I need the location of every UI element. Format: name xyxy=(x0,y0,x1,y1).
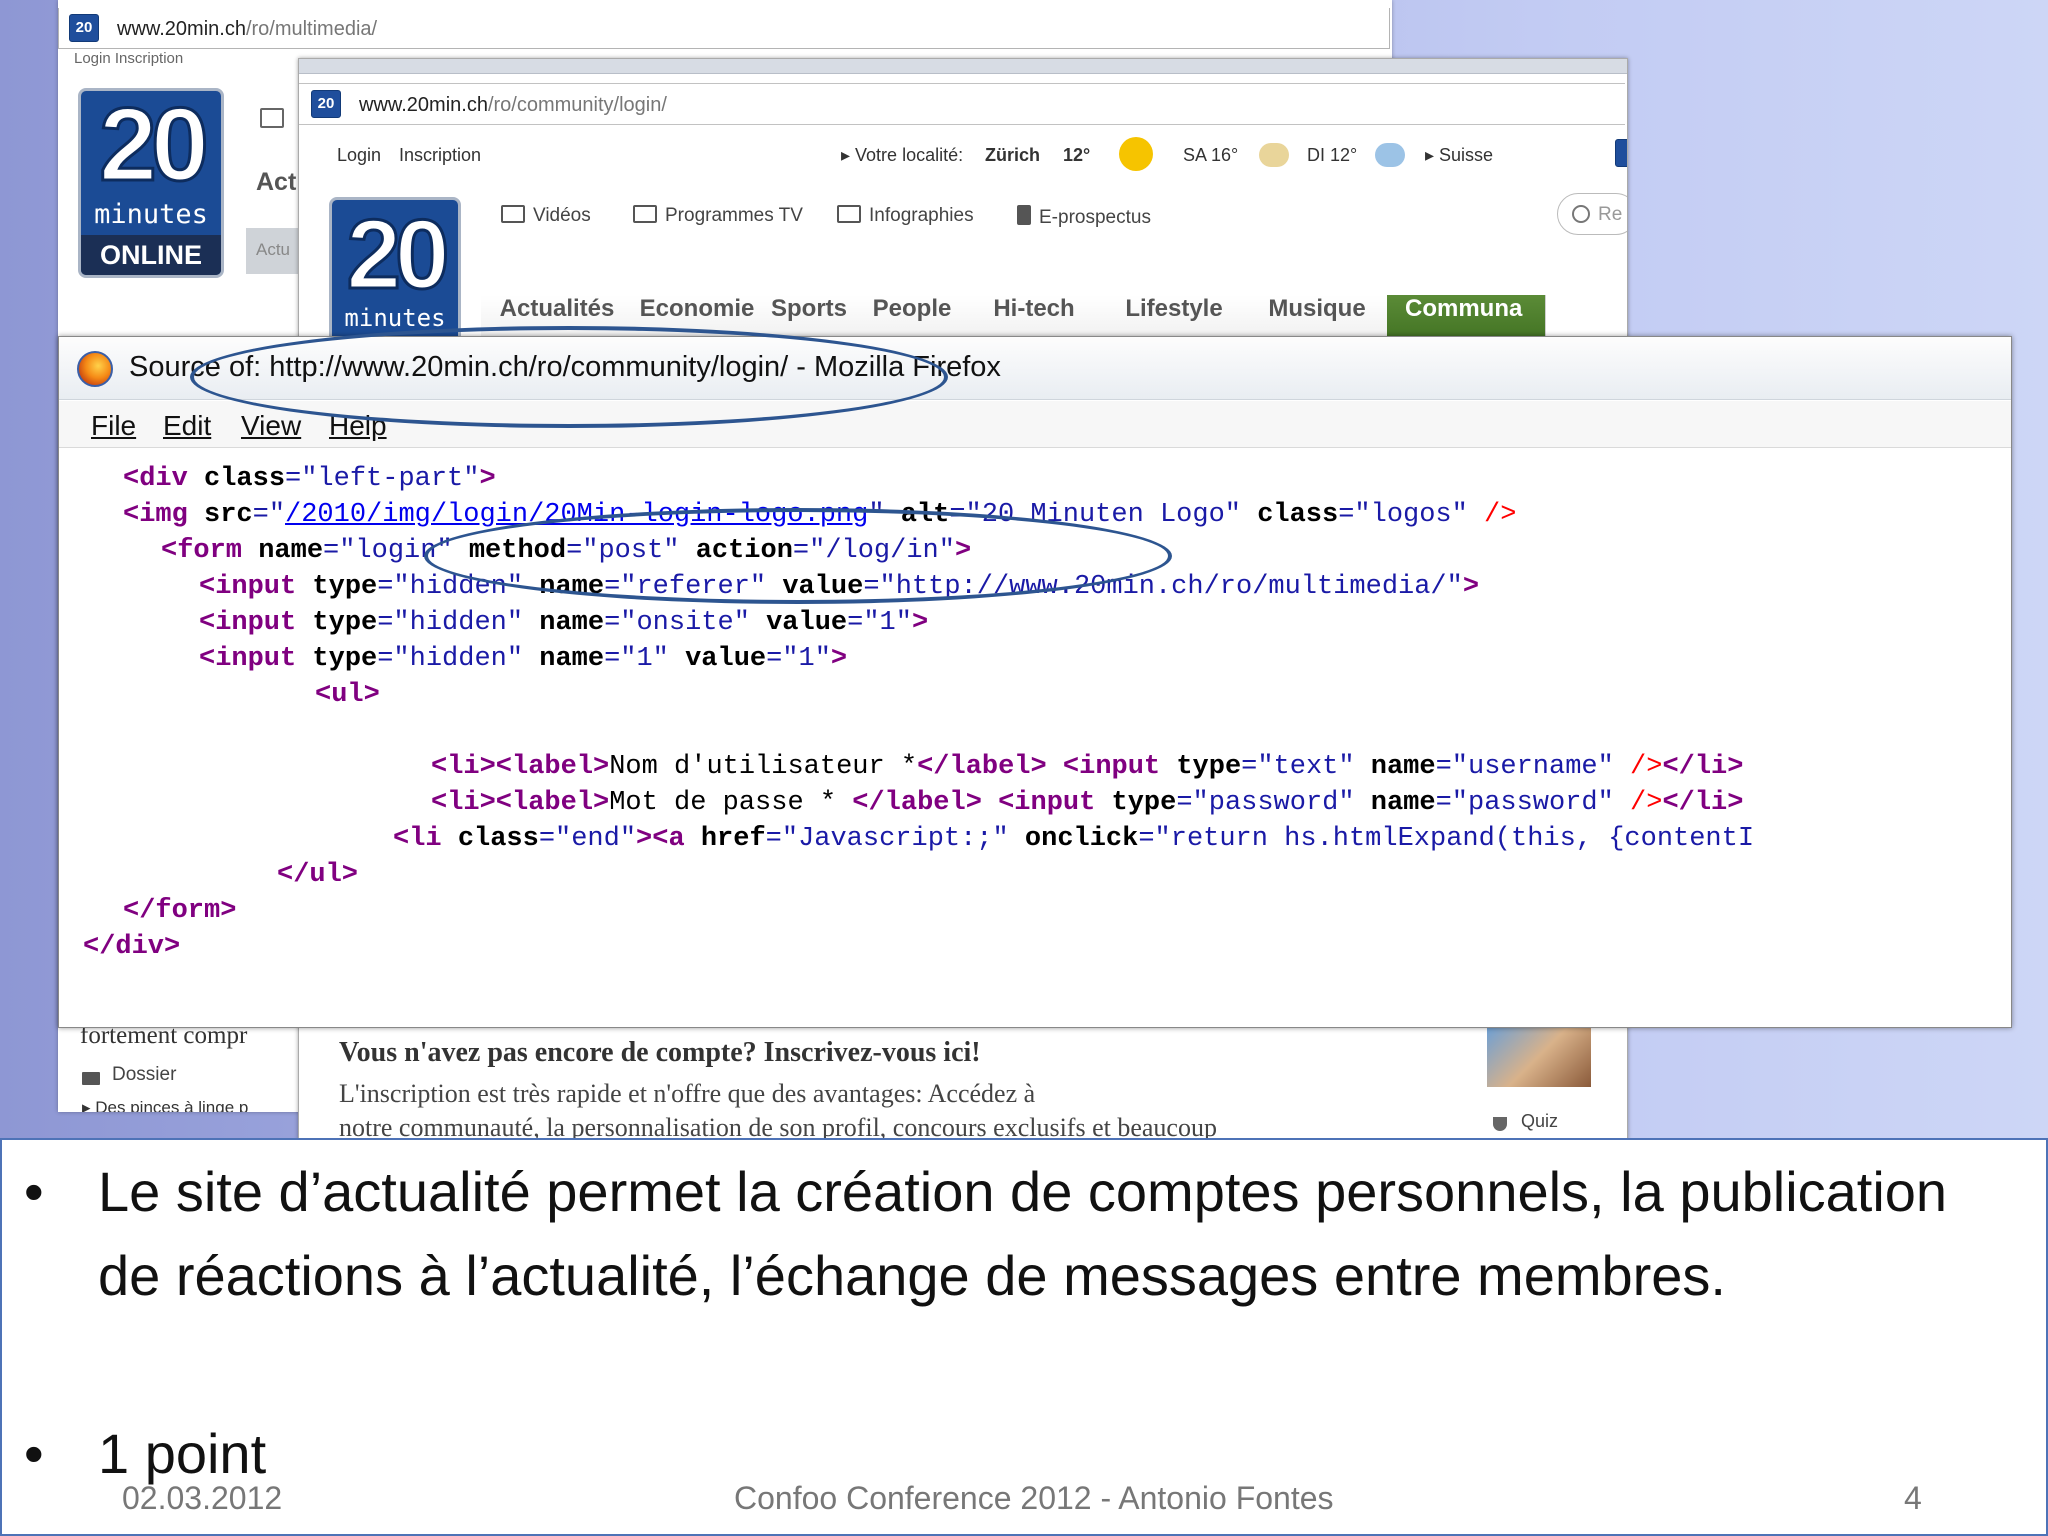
back-subtab[interactable]: Actu xyxy=(246,228,298,274)
promo-title[interactable]: Vous n'avez pas encore de compte? Inscri… xyxy=(339,1037,981,1069)
footer-date: 02.03.2012 xyxy=(122,1480,283,1516)
bullet-text-1: Le site d’actualité permet la création d… xyxy=(98,1160,1948,1307)
mid-url-text[interactable]: www.20min.ch/ro/community/login/ xyxy=(359,94,667,117)
logo-minutes: minutes xyxy=(344,304,446,332)
back-subtab-label: Actu xyxy=(256,240,291,259)
video-icon xyxy=(501,205,525,223)
code-line: </form> xyxy=(123,896,237,926)
back-site-logo[interactable]: 20 minutes ONLINE xyxy=(78,88,224,278)
logo-minutes: minutes xyxy=(94,199,208,230)
promo-line-1: L'inscription est très rapide et n'offre… xyxy=(339,1079,1036,1108)
back-tab-cut[interactable]: Act xyxy=(256,168,296,197)
bullet-marker: • xyxy=(24,1422,44,1485)
slide-number: 4 xyxy=(1904,1480,1922,1516)
inscription-link[interactable]: Inscription xyxy=(399,145,481,166)
cloudy-weather-icon xyxy=(1259,143,1289,167)
firefox-icon xyxy=(77,351,113,387)
localite-label[interactable]: ▸ Votre localité: xyxy=(841,145,963,166)
view-source-window: Source of: http://www.20min.ch/ro/commun… xyxy=(58,336,2012,1028)
code-line: </div> xyxy=(83,932,181,962)
menu-file[interactable]: File xyxy=(91,410,136,442)
footer-title: Confoo Conference 2012 - Antonio Fontes xyxy=(734,1480,1334,1516)
search-placeholder: Re xyxy=(1598,204,1623,225)
subnav-videos[interactable]: Vidéos xyxy=(501,205,591,227)
code-line: <div class="left-part"> xyxy=(123,464,496,494)
code-line: <li><label>Mot de passe * </label> <inpu… xyxy=(431,788,1744,818)
site-favicon-icon: 20 xyxy=(311,90,341,118)
highlight-ellipse-form xyxy=(424,508,1172,604)
logo-digits: 20 xyxy=(345,199,451,309)
code-line: <li class="end"><a href="Javascript:;" o… xyxy=(393,824,1755,854)
logo-online: ONLINE xyxy=(81,235,221,275)
code-line: <ul> xyxy=(315,680,380,710)
video-icon xyxy=(260,108,284,128)
folder-icon xyxy=(82,1072,100,1085)
quiz-label[interactable]: Quiz xyxy=(1521,1111,1558,1132)
document-icon xyxy=(1017,205,1031,225)
back-top-links[interactable]: Login Inscription xyxy=(74,50,183,67)
code-line: </ul> xyxy=(277,860,359,890)
back-dossier-label[interactable]: Dossier xyxy=(112,1064,176,1086)
sun-weather-icon xyxy=(1119,137,1153,171)
quiz-thumbnail[interactable] xyxy=(1487,1025,1591,1087)
mid-toolbar-strip xyxy=(299,59,1627,74)
mid-url-bar[interactable]: 20 www.20min.ch/ro/community/login/ xyxy=(299,83,1625,125)
subnav-programmes-tv[interactable]: Programmes TV xyxy=(633,205,803,227)
code-line: <li><label>Nom d'utilisateur *</label> <… xyxy=(431,752,1744,782)
login-link[interactable]: Login xyxy=(337,145,381,166)
tv-icon xyxy=(633,205,657,223)
code-line: <input type="hidden" name="onsite" value… xyxy=(199,608,929,638)
back-url-text[interactable]: www.20min.ch/ro/multimedia/ xyxy=(117,18,377,41)
forecast-di: DI 12° xyxy=(1307,145,1358,165)
localite-city[interactable]: Zürich xyxy=(985,145,1040,166)
bullet-marker: • xyxy=(24,1160,44,1223)
menu-view[interactable]: View xyxy=(241,410,301,442)
temp-today: 12° xyxy=(1063,145,1091,165)
code-line: <input type="hidden" name="1" value="1"> xyxy=(199,644,848,674)
subnav-infographies[interactable]: Infographies xyxy=(837,205,974,227)
promo-line-2: notre communauté, la personnalisation de… xyxy=(339,1113,1217,1140)
suisse-link[interactable]: ▸ Suisse xyxy=(1425,145,1493,166)
site-favicon-icon: 20 xyxy=(69,14,99,42)
search-icon xyxy=(1572,205,1590,223)
rain-weather-icon xyxy=(1375,143,1405,167)
search-input[interactable]: Re xyxy=(1557,193,1627,235)
chart-icon xyxy=(837,205,861,223)
menu-edit[interactable]: Edit xyxy=(163,410,211,442)
trophy-icon xyxy=(1493,1117,1507,1131)
logo-digits: 20 xyxy=(98,88,211,203)
back-bottom-link[interactable]: ▸ Des pinces à linge p xyxy=(82,1098,248,1112)
highlight-ellipse-url xyxy=(190,326,948,428)
corner-badge-icon xyxy=(1615,139,1627,167)
subnav-e-prospectus[interactable]: E-prospectus xyxy=(1017,205,1151,229)
forecast-sa: SA 16° xyxy=(1183,145,1239,165)
back-url-bar[interactable]: 20 www.20min.ch/ro/multimedia/ xyxy=(58,8,1390,49)
